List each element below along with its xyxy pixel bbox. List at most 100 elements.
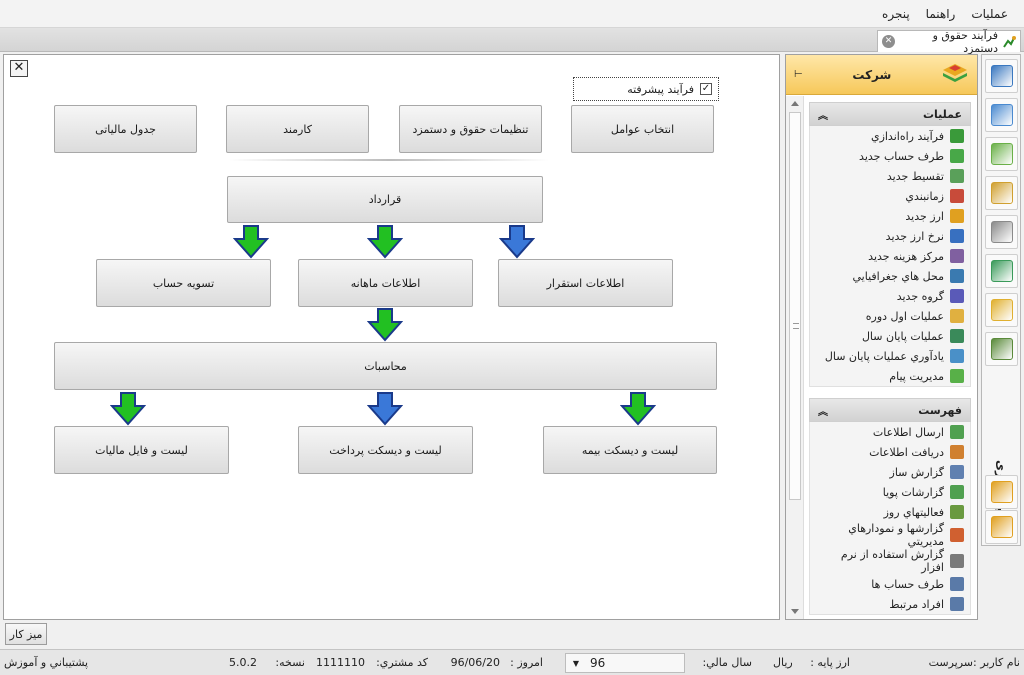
checkbox-checked-icon[interactable]: ✓ — [700, 83, 712, 95]
fiscal-year-select[interactable]: ▼ 96 — [565, 653, 685, 673]
menu-help[interactable]: راهنما — [918, 7, 964, 21]
monthly-info-button[interactable]: اطلاعات ماهانه — [298, 259, 473, 307]
list-item-label: گزارش استفاده از نرم افزار — [840, 548, 944, 574]
ops-item[interactable]: گروه جديد — [810, 286, 970, 306]
ops-item[interactable]: زمانبندي — [810, 186, 970, 206]
report-icon — [950, 465, 964, 479]
ops-item-label: فرآيند راه‌اندازي — [870, 129, 944, 143]
ops-item[interactable]: عمليات پايان سال — [810, 326, 970, 346]
list-item[interactable]: گزارش استفاده از نرم افزار — [810, 548, 970, 574]
treasury-module-icon[interactable] — [985, 176, 1018, 210]
ops-item[interactable]: مركز هزينه جديد — [810, 246, 970, 266]
payroll-money-icon[interactable] — [985, 332, 1018, 366]
inventory-module-icon[interactable] — [985, 137, 1018, 171]
ops-item[interactable]: تقسيط جديد — [810, 166, 970, 186]
sales-module-icon[interactable] — [985, 98, 1018, 132]
arrow-down-blue-icon — [499, 225, 535, 259]
ops-item[interactable]: نرخ ارز جديد — [810, 226, 970, 246]
pin-icon[interactable]: ⊣ — [794, 69, 803, 80]
list-group: فهرست ︽ ارسال اطلاعات دريافت اطلاعات گزارش… — [809, 398, 971, 615]
mgmt-chart-icon — [950, 528, 964, 542]
reports-module-icon[interactable] — [985, 59, 1018, 93]
advanced-process-label: فرآیند پیشرفته — [627, 82, 694, 96]
advanced-process-checkbox[interactable]: ✓ فرآیند پیشرفته — [573, 77, 719, 101]
message-icon — [950, 369, 964, 383]
calculations-button[interactable]: محاسبات — [54, 342, 717, 390]
arrow-down-icon — [367, 225, 403, 259]
list-group-header[interactable]: فهرست ︽ — [809, 398, 971, 422]
list-item[interactable]: ارسال اطلاعات — [810, 422, 970, 442]
insurance-list-button[interactable]: لیست و دیسکت بیمه — [543, 426, 717, 474]
company-module-icon[interactable] — [985, 475, 1018, 509]
version-label: نسخه: — [275, 656, 305, 669]
list-item[interactable]: گزارشها و نمودارهاي مديريتي — [810, 522, 970, 548]
list-item-label: ارسال اطلاعات — [872, 425, 944, 439]
list-icon — [950, 169, 964, 183]
menu-window[interactable]: پنجره — [874, 7, 918, 21]
setup-icon — [950, 129, 964, 143]
ops-item-label: مركز هزينه جديد — [868, 249, 944, 263]
collapse-chevron-icon[interactable]: ︽ — [818, 107, 828, 122]
send-icon — [950, 425, 964, 439]
settings-gear-icon[interactable] — [985, 510, 1018, 544]
menu-operations[interactable]: عمليات — [963, 7, 1016, 21]
tax-list-button[interactable]: لیست و فایل مالیات — [54, 426, 229, 474]
ops-item[interactable]: ارز جديد — [810, 206, 970, 226]
scroll-up-icon[interactable] — [791, 101, 799, 106]
receive-icon — [950, 445, 964, 459]
operations-group: عمليات ︽ فرآيند راه‌اندازي طرف حساب جديد ت… — [809, 102, 971, 387]
people-icon — [950, 597, 964, 611]
currency-label: ارز پایه : ریال — [773, 656, 850, 669]
arrow-down-icon — [110, 392, 146, 426]
select-factors-button[interactable]: انتخاب عوامل — [571, 105, 714, 153]
ops-item-label: تقسيط جديد — [886, 169, 944, 183]
ops-item[interactable]: عمليات اول دوره — [810, 306, 970, 326]
coins-icon — [950, 209, 964, 223]
list-item[interactable]: طرف حساب ها — [810, 574, 970, 594]
ops-item[interactable]: يادآوري عمليات پايان سال — [810, 346, 970, 366]
ops-item[interactable]: مديريت پيام — [810, 366, 970, 386]
canvas-close-button[interactable]: ✕ — [10, 60, 28, 77]
operations-title: عمليات — [922, 107, 962, 121]
accounting-module-icon[interactable] — [985, 293, 1018, 327]
list-item[interactable]: افراد مرتبط — [810, 594, 970, 614]
tab-close-icon[interactable]: ✕ — [882, 35, 895, 48]
list-item-label: طرف حساب ها — [871, 577, 944, 591]
contract-button[interactable]: قرارداد — [227, 176, 543, 223]
payment-list-button[interactable]: لیست و دیسکت پرداخت — [298, 426, 473, 474]
payroll-settings-button[interactable]: تنظیمات حقوق و دستمزد — [399, 105, 542, 153]
person-icon — [950, 149, 964, 163]
ops-item[interactable]: طرف حساب جديد — [810, 146, 970, 166]
list-item[interactable]: فعاليتهاي روز — [810, 502, 970, 522]
list-item-label: فعاليتهاي روز — [883, 505, 944, 519]
employee-button[interactable]: کارمند — [226, 105, 369, 153]
ops-item-label: محل هاي جغرافيايي — [852, 269, 944, 283]
panel-scrollbar[interactable] — [786, 96, 804, 619]
arrow-down-blue-icon — [367, 392, 403, 426]
tab-payroll-process[interactable]: فرآیند حقوق و دستمزد ✕ — [877, 29, 1021, 55]
collapse-chevron-icon[interactable]: ︽ — [818, 403, 828, 418]
list-item[interactable]: گزارشات پويا — [810, 482, 970, 502]
assets-module-icon[interactable] — [985, 215, 1018, 249]
scroll-thumb[interactable] — [789, 112, 801, 500]
operations-group-header[interactable]: عمليات ︽ — [809, 102, 971, 126]
arrow-down-icon — [620, 392, 656, 426]
ops-item[interactable]: فرآيند راه‌اندازي — [810, 126, 970, 146]
list-item[interactable]: دريافت اطلاعات — [810, 442, 970, 462]
desk-tab[interactable]: ميز كار — [5, 623, 47, 645]
settlement-button[interactable]: تسویه حساب — [96, 259, 271, 307]
list-item[interactable]: گزارش ساز — [810, 462, 970, 482]
ops-item[interactable]: محل هاي جغرافيايي — [810, 266, 970, 286]
scroll-down-icon[interactable] — [791, 609, 799, 614]
building-icon — [950, 249, 964, 263]
section-divider — [229, 159, 549, 161]
panel-title: شرکت — [852, 67, 892, 82]
cash-module-icon[interactable] — [985, 254, 1018, 288]
menu-bar: عمليات راهنما پنجره — [0, 0, 1024, 28]
dynamic-report-icon — [950, 485, 964, 499]
support-link[interactable]: پشتيباني و آموزش — [4, 656, 88, 669]
deployment-info-button[interactable]: اطلاعات استقرار — [498, 259, 673, 307]
chevron-down-icon[interactable]: ▼ — [566, 659, 586, 668]
tax-table-button[interactable]: جدول مالیاتی — [54, 105, 197, 153]
accounts-icon — [950, 577, 964, 591]
